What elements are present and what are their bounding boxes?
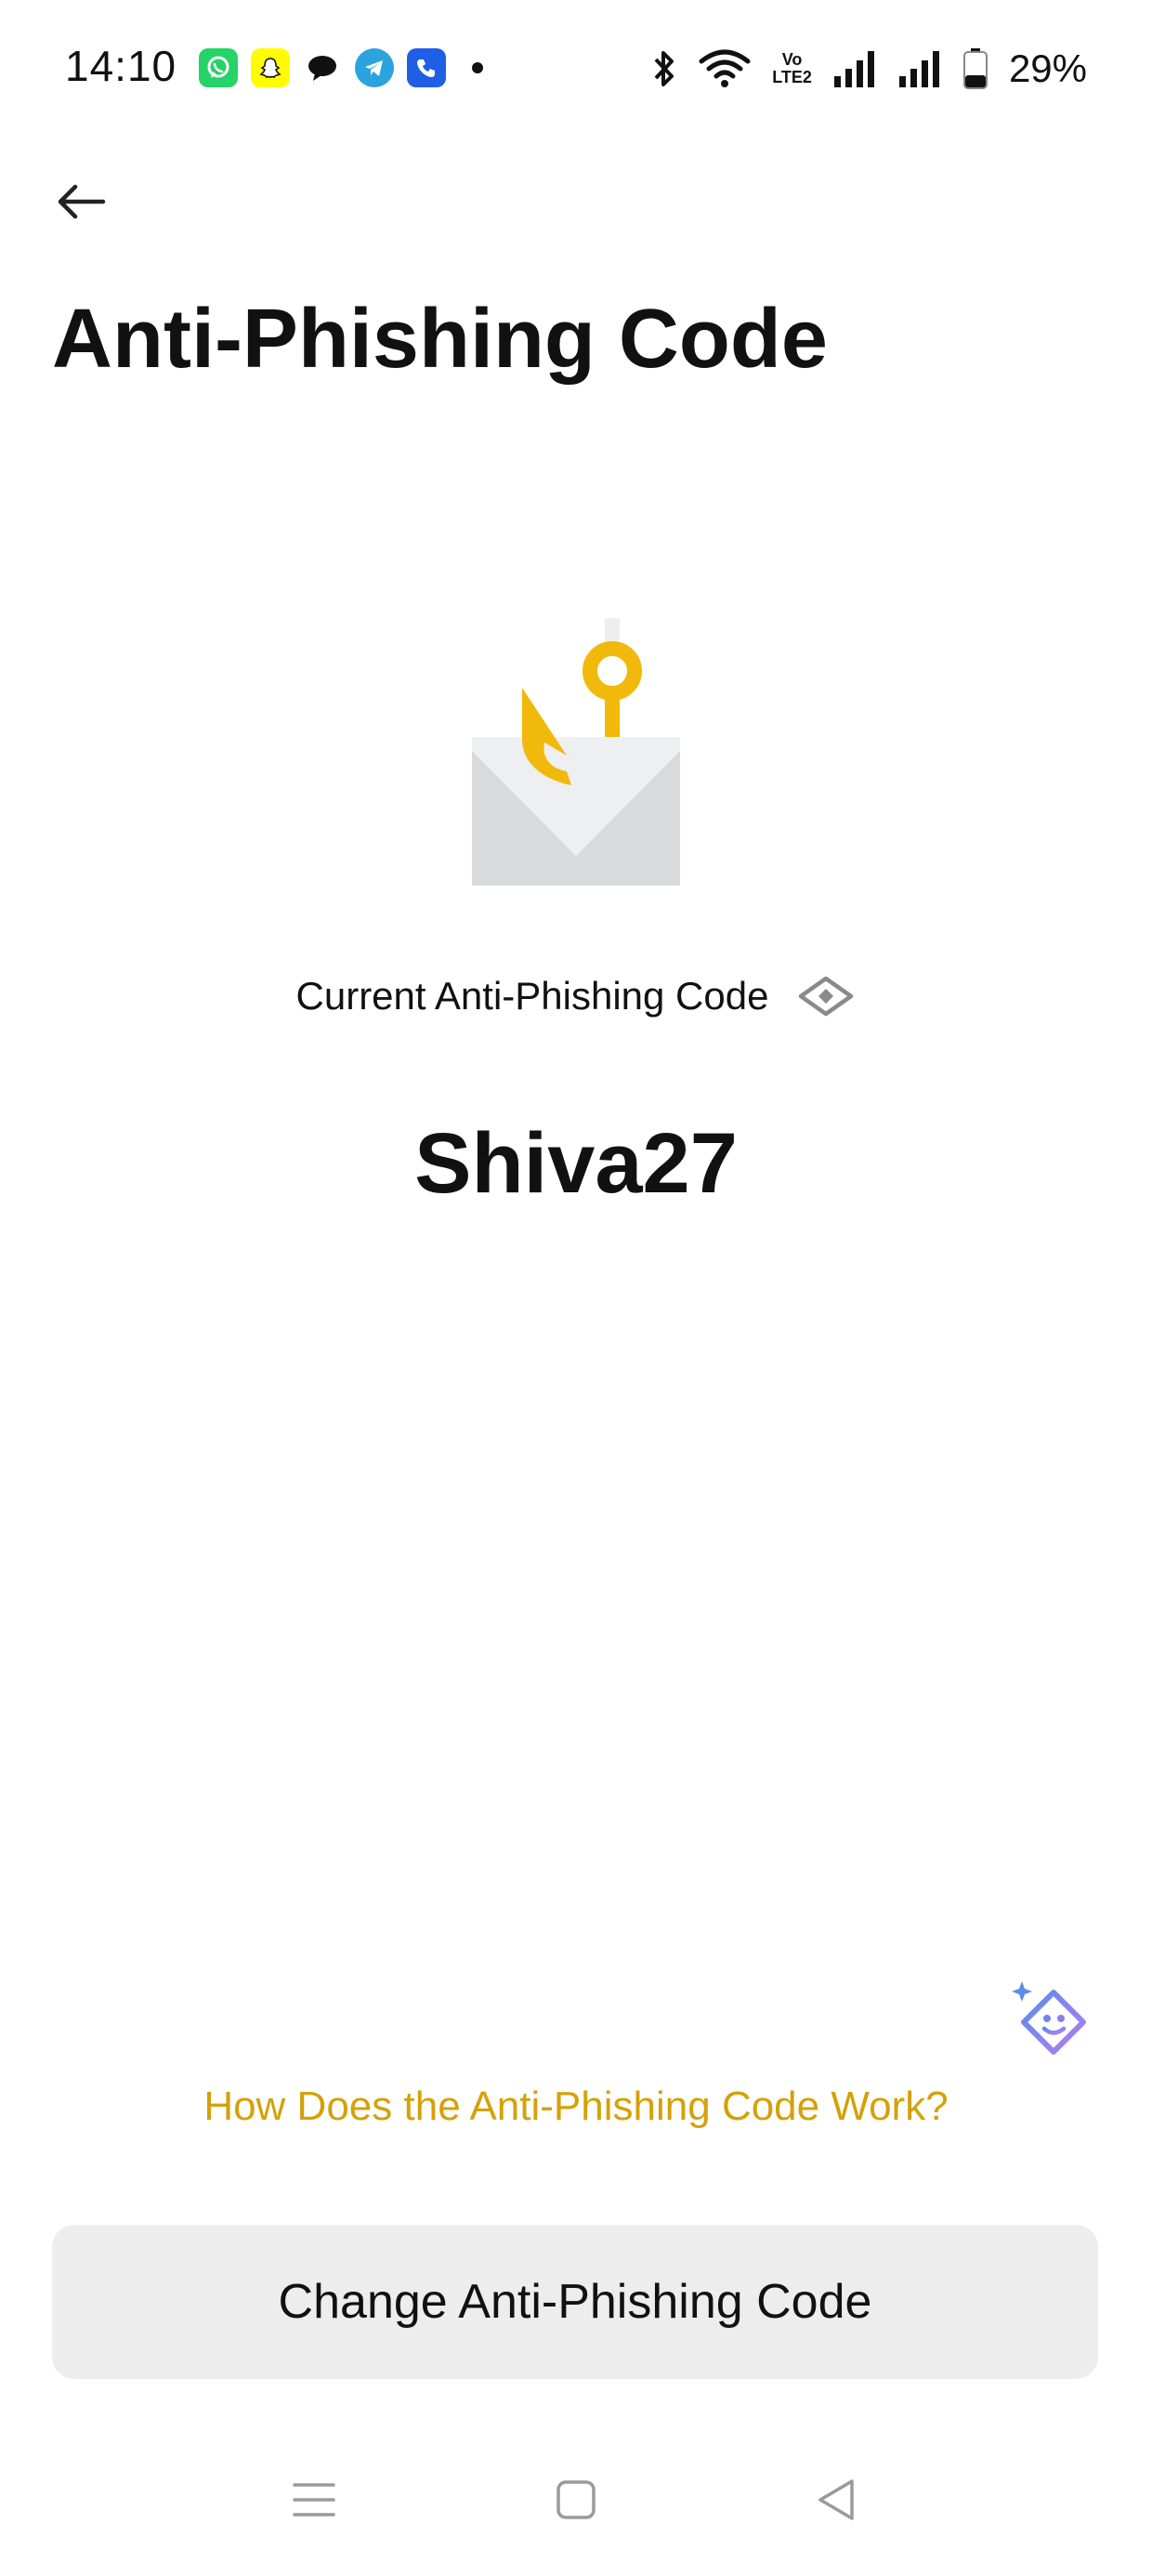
wifi-icon xyxy=(699,49,751,87)
status-bar: 14:10 Vo LTE2 29% xyxy=(0,0,1152,139)
status-time: 14:10 xyxy=(65,42,177,90)
volte-top-label: Vo xyxy=(781,50,803,69)
screen: 14:10 Vo LTE2 29% Anti-Phishing Code Cur… xyxy=(0,0,1152,2576)
arrow-left-icon xyxy=(58,184,106,219)
toggle-visibility-button[interactable] xyxy=(796,966,856,1026)
whatsapp-icon xyxy=(199,48,238,87)
recent-apps-button[interactable] xyxy=(268,2453,360,2546)
envelope-hook-icon xyxy=(465,618,687,887)
phone-app-icon xyxy=(407,48,446,87)
back-button[interactable] xyxy=(48,169,113,234)
signal-icon xyxy=(833,51,874,87)
current-code-row: Current Anti-Phishing Code xyxy=(0,966,1152,1026)
bluetooth-icon xyxy=(654,51,674,86)
back-triangle-icon xyxy=(818,2479,854,2520)
more-notifications-dot xyxy=(472,62,483,73)
page-title: Anti-Phishing Code xyxy=(52,293,828,386)
telegram-icon xyxy=(355,48,394,87)
volte-icon: Vo LTE2 xyxy=(772,51,812,86)
system-back-button[interactable] xyxy=(790,2453,883,2546)
current-code-label: Current Anti-Phishing Code xyxy=(295,974,769,1018)
anti-phishing-code-value: Shiva27 xyxy=(414,1116,738,1211)
menu-icon xyxy=(293,2483,335,2517)
system-icons: Vo LTE2 29% xyxy=(651,43,1087,95)
navigation-bar xyxy=(0,2453,1152,2556)
eye-icon xyxy=(799,976,854,1017)
notification-icons xyxy=(199,48,483,87)
assistant-face-icon xyxy=(1012,1981,1086,2055)
home-button[interactable] xyxy=(530,2453,622,2546)
battery-percent: 29% xyxy=(1008,46,1087,90)
volte-bottom-label: LTE2 xyxy=(772,68,812,86)
home-icon xyxy=(556,2480,596,2519)
battery-icon xyxy=(962,48,988,89)
assistant-button[interactable] xyxy=(1009,1979,1093,2063)
snapchat-icon xyxy=(251,48,290,87)
signal-icon xyxy=(898,51,939,87)
chat-bubble-icon xyxy=(303,48,342,87)
how-it-works-link[interactable]: How Does the Anti-Phishing Code Work? xyxy=(0,2083,1152,2130)
change-code-button[interactable]: Change Anti-Phishing Code xyxy=(52,2225,1098,2379)
